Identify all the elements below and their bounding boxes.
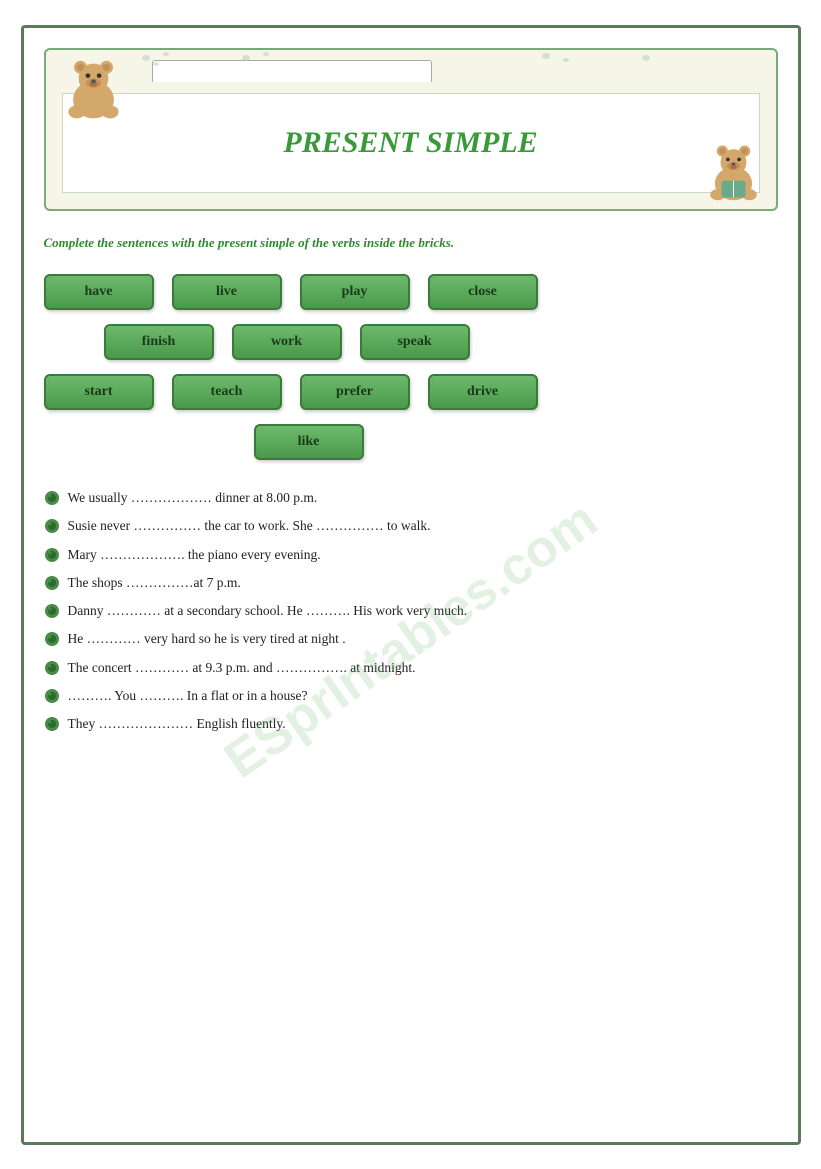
- brick-row-3: start teach prefer drive: [44, 374, 778, 410]
- bullet-icon-3: [44, 547, 60, 563]
- sentence-item-5: Danny ………… at a secondary school. He …………: [44, 601, 778, 621]
- sentence-item-6: He ………… very hard so he is very tired at…: [44, 629, 778, 649]
- sentence-item-8: ………. You ………. In a flat or in a house?: [44, 686, 778, 706]
- verb-brick-drive[interactable]: drive: [428, 374, 538, 410]
- sentence-item-2: Susie never …………… the car to work. She ……: [44, 516, 778, 536]
- bullet-icon-9: [44, 716, 60, 732]
- page-title: PRESENT SIMPLE: [263, 106, 557, 180]
- verb-brick-like[interactable]: like: [254, 424, 364, 460]
- bricks-section: have live play close finish work speak s…: [44, 274, 778, 460]
- brick-row-4: like: [44, 424, 778, 460]
- bullet-icon-8: [44, 688, 60, 704]
- sentence-item-4: The shops ……………at 7 p.m.: [44, 573, 778, 593]
- bear-bottom-right-decoration: [701, 139, 766, 204]
- page: ESprIntables.com: [21, 25, 801, 1145]
- header-tab: [152, 60, 432, 82]
- bullet-icon-4: [44, 575, 60, 591]
- bullet-icon-5: [44, 603, 60, 619]
- verb-brick-start[interactable]: start: [44, 374, 154, 410]
- bear-top-left-decoration: [56, 58, 131, 123]
- bullet-icon-1: [44, 490, 60, 506]
- verb-brick-close[interactable]: close: [428, 274, 538, 310]
- sentence-text-7: The concert ………… at 9.3 p.m. and ……………. …: [68, 658, 778, 678]
- sentence-text-6: He ………… very hard so he is very tired at…: [68, 629, 778, 649]
- sentence-text-5: Danny ………… at a secondary school. He …………: [68, 601, 778, 621]
- sentence-item-3: Mary ………………. the piano every evening.: [44, 545, 778, 565]
- sentence-text-3: Mary ………………. the piano every evening.: [68, 545, 778, 565]
- header-box: PRESENT SIMPLE: [44, 48, 778, 211]
- sentence-text-1: We usually ……………… dinner at 8.00 p.m.: [68, 488, 778, 508]
- bullet-icon-7: [44, 660, 60, 676]
- sentence-item-7: The concert ………… at 9.3 p.m. and ……………. …: [44, 658, 778, 678]
- sentence-text-8: ………. You ………. In a flat or in a house?: [68, 686, 778, 706]
- brick-row-1: have live play close: [44, 274, 778, 310]
- brick-row-2: finish work speak: [44, 324, 778, 360]
- verb-brick-live[interactable]: live: [172, 274, 282, 310]
- sentence-text-9: They ………………… English fluently.: [68, 714, 778, 734]
- verb-brick-prefer[interactable]: prefer: [300, 374, 410, 410]
- verb-brick-speak[interactable]: speak: [360, 324, 470, 360]
- verb-brick-play[interactable]: play: [300, 274, 410, 310]
- sentences-section: We usually ……………… dinner at 8.00 p.m. Su…: [44, 488, 778, 734]
- verb-brick-have[interactable]: have: [44, 274, 154, 310]
- header-inner: PRESENT SIMPLE: [62, 93, 760, 193]
- sentence-text-2: Susie never …………… the car to work. She ……: [68, 516, 778, 536]
- bullet-icon-6: [44, 631, 60, 647]
- sentence-item-1: We usually ……………… dinner at 8.00 p.m.: [44, 488, 778, 508]
- verb-brick-finish[interactable]: finish: [104, 324, 214, 360]
- bullet-icon-2: [44, 518, 60, 534]
- verb-brick-teach[interactable]: teach: [172, 374, 282, 410]
- verb-brick-work[interactable]: work: [232, 324, 342, 360]
- sentence-text-4: The shops ……………at 7 p.m.: [68, 573, 778, 593]
- instructions: Complete the sentences with the present …: [44, 233, 778, 253]
- sentence-item-9: They ………………… English fluently.: [44, 714, 778, 734]
